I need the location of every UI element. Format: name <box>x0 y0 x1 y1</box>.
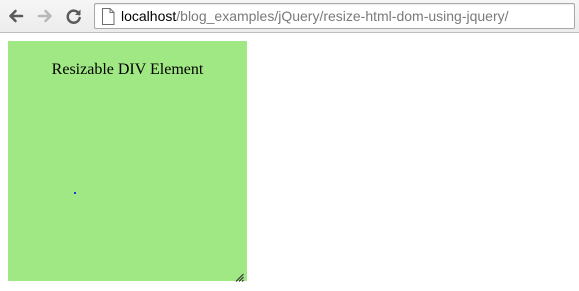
arrow-left-icon <box>7 7 25 25</box>
address-bar[interactable]: localhost/blog_examples/jQuery/resize-ht… <box>94 3 575 29</box>
resize-handle-icon[interactable] <box>235 269 244 282</box>
reload-button[interactable] <box>63 5 85 27</box>
page-icon <box>101 8 115 30</box>
resizable-div-title: Resizable DIV Element <box>51 61 204 78</box>
blue-dot <box>74 192 76 194</box>
browser-toolbar: localhost/blog_examples/jQuery/resize-ht… <box>0 0 579 33</box>
url-path: /blog_examples/jQuery/resize-html-dom-us… <box>176 8 509 24</box>
back-button[interactable] <box>5 5 27 27</box>
resizable-div[interactable]: Resizable DIV Element <box>8 41 247 282</box>
forward-button[interactable] <box>34 5 56 27</box>
url-host: localhost <box>121 8 177 24</box>
arrow-right-icon <box>36 7 54 25</box>
reload-icon <box>65 7 83 25</box>
page-content: Resizable DIV Element <box>0 33 579 291</box>
url-text[interactable]: localhost/blog_examples/jQuery/resize-ht… <box>121 8 509 25</box>
